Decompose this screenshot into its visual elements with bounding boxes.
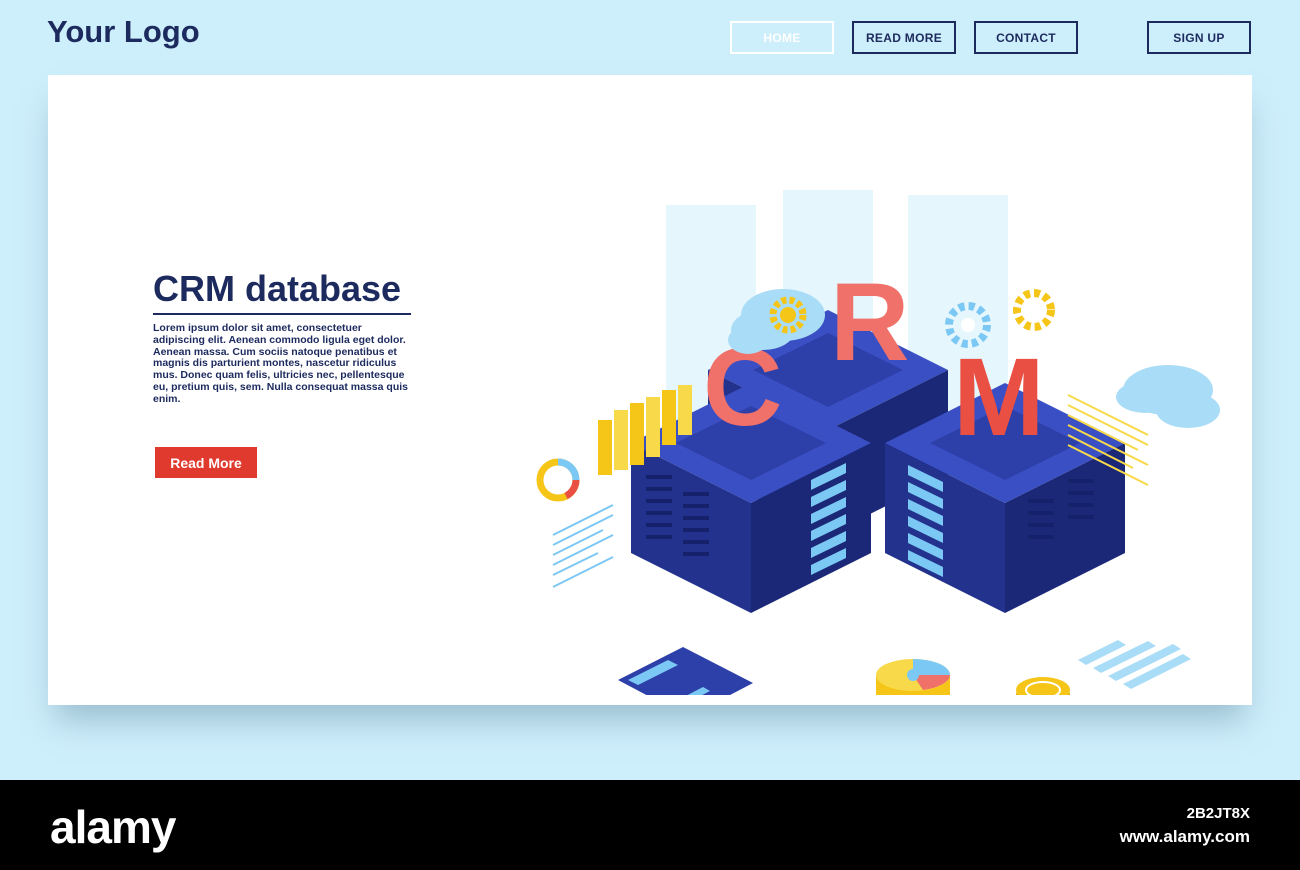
stacked-bars-icon (1078, 640, 1191, 689)
image-id: 2B2JT8X (1186, 805, 1250, 822)
watermark-url: www.alamy.com (1119, 827, 1250, 846)
pie-chart-icon (876, 659, 950, 695)
sign-up-button[interactable]: SIGN UP (1147, 21, 1251, 54)
donut-chart-icon (536, 458, 580, 502)
title-underline (153, 313, 411, 315)
cloud-icon (1116, 365, 1220, 428)
read-more-button[interactable]: Read More (155, 447, 257, 478)
credit-card-icon (618, 647, 753, 695)
nav-contact-button[interactable]: CONTACT (974, 21, 1078, 54)
watermark-footer: alamy 2B2JT8X www.alamy.com (0, 780, 1300, 870)
letter-m: M (953, 336, 1045, 459)
logo[interactable]: Your Logo (47, 14, 200, 50)
data-lines-icon (552, 504, 614, 588)
hero-description: Lorem ipsum dolor sit amet, consectetuer… (153, 322, 408, 405)
crm-illustration: C R M (536, 190, 1220, 695)
watermark-brand: alamy (50, 801, 176, 853)
letter-r: R (830, 261, 909, 384)
gear-icon (1013, 289, 1055, 331)
hero-card: CRM database Lorem ipsum dolor sit amet,… (48, 75, 1252, 705)
nav-home-button[interactable]: HOME (730, 21, 834, 54)
hero-title: CRM database (153, 268, 402, 309)
nav-read-more-button[interactable]: READ MORE (852, 21, 956, 54)
coin-icon (1016, 677, 1070, 695)
